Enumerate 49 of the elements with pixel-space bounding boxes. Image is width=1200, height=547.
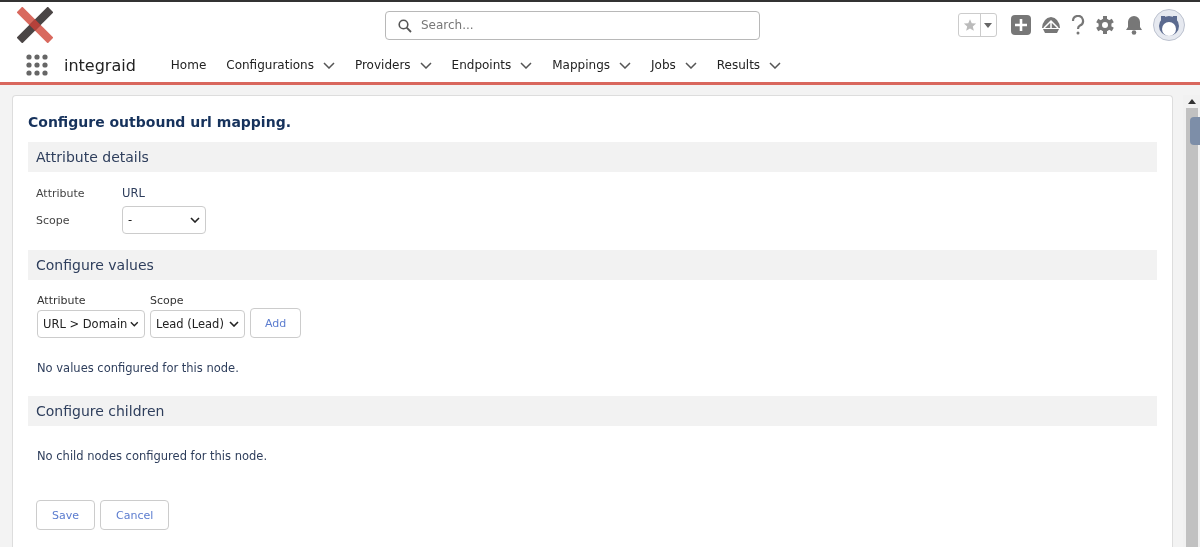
chevron-down-icon bbox=[769, 61, 782, 69]
favorites-button[interactable] bbox=[958, 13, 997, 37]
section-title: Configure children bbox=[36, 403, 165, 419]
section-title: Attribute details bbox=[36, 149, 149, 165]
chevron-icon bbox=[130, 321, 139, 327]
nav-item[interactable]: Providers bbox=[354, 58, 432, 72]
empty-message: No child nodes configured for this node. bbox=[36, 448, 269, 465]
chevron-down-icon bbox=[520, 61, 533, 69]
cloud-icon[interactable] bbox=[1041, 16, 1061, 34]
star-icon bbox=[963, 18, 977, 32]
attribute-select[interactable]: URL > Domain bbox=[37, 310, 145, 338]
page-title: Configure outbound url mapping. bbox=[28, 114, 292, 130]
chevron-down-icon bbox=[619, 61, 631, 69]
scroll-up-icon[interactable] bbox=[1187, 99, 1196, 104]
nav-item[interactable]: Home bbox=[170, 58, 207, 72]
app-name: integraid bbox=[64, 55, 136, 75]
plus-icon[interactable] bbox=[1011, 15, 1031, 35]
avatar-icon[interactable] bbox=[1153, 9, 1185, 41]
nav-item[interactable]: Configurations bbox=[226, 58, 335, 72]
save-button[interactable]: Save bbox=[36, 500, 95, 530]
nav-item[interactable]: Jobs bbox=[651, 58, 697, 72]
scope-select[interactable]: - bbox=[122, 206, 206, 234]
settings-icon[interactable] bbox=[1095, 15, 1115, 35]
notification-bell-icon[interactable] bbox=[1125, 15, 1143, 35]
nav-item[interactable]: Results bbox=[716, 58, 782, 72]
field-label: Scope bbox=[150, 294, 185, 307]
empty-message: No values configured for this node. bbox=[36, 360, 240, 377]
chevron-down-icon bbox=[419, 61, 432, 69]
caret-icon bbox=[984, 22, 992, 28]
chevron-icon bbox=[190, 217, 200, 223]
search-icon bbox=[398, 18, 412, 33]
field-label: Attribute bbox=[37, 294, 87, 307]
app-launcher-icon[interactable] bbox=[26, 54, 48, 76]
scope-select[interactable]: Lead (Lead) bbox=[150, 310, 245, 338]
nav-item[interactable]: Endpoints bbox=[451, 58, 533, 72]
chevron-down-icon bbox=[684, 61, 697, 69]
logo-icon bbox=[17, 7, 53, 43]
cancel-button[interactable]: Cancel bbox=[100, 500, 170, 530]
chevron-icon bbox=[229, 321, 239, 327]
help-icon[interactable] bbox=[1071, 15, 1085, 35]
chevron-down-icon bbox=[322, 61, 335, 69]
scroll-thumb[interactable] bbox=[1185, 108, 1198, 547]
nav-item[interactable]: Mappings bbox=[552, 58, 631, 72]
section-title: Configure values bbox=[36, 257, 154, 273]
add-button[interactable]: Add bbox=[250, 308, 302, 338]
search-field[interactable]: Search... bbox=[385, 10, 760, 40]
field-label: Scope bbox=[36, 213, 70, 227]
field-value: URL bbox=[122, 186, 145, 200]
field-label: Attribute bbox=[36, 186, 85, 200]
